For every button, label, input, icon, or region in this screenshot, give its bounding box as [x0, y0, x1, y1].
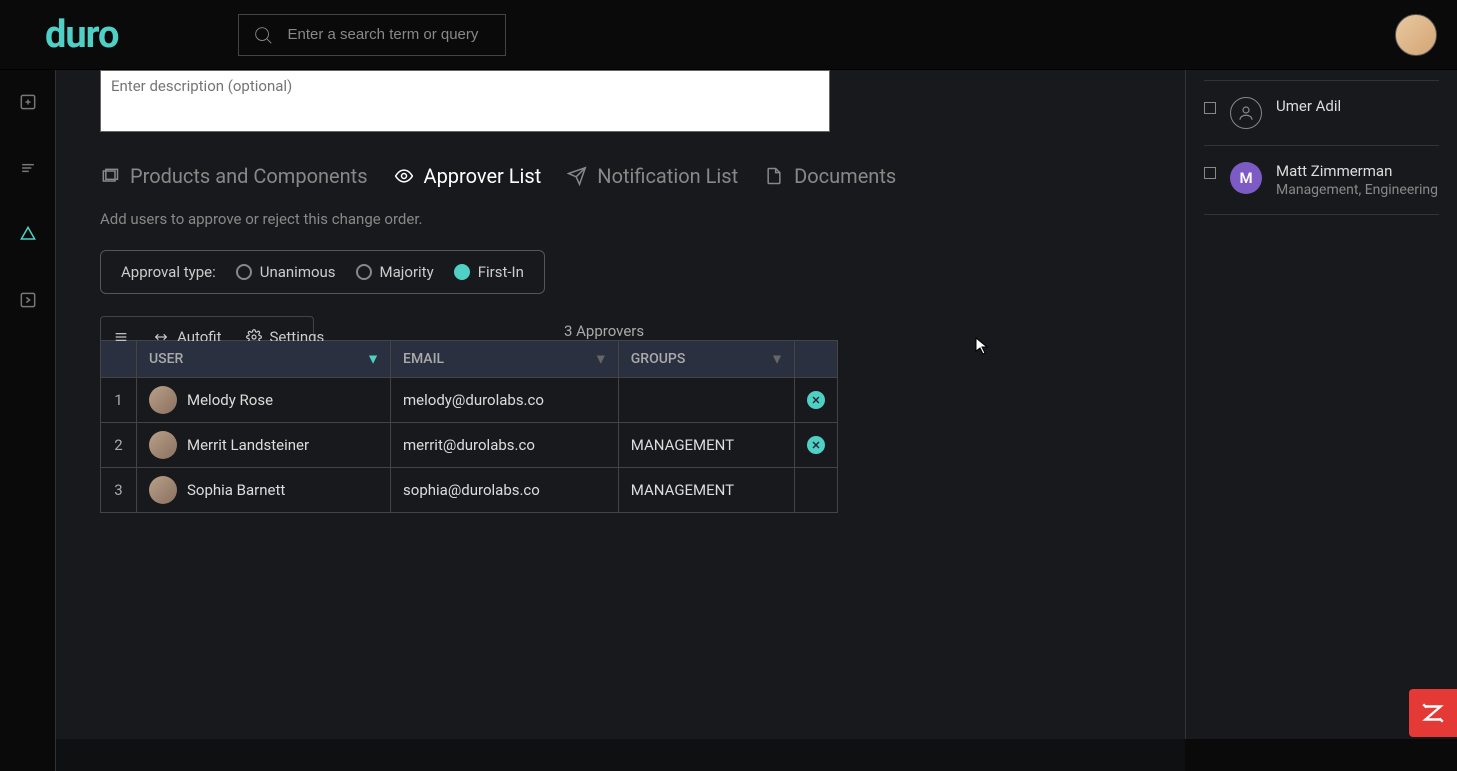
radio-label: Majority	[380, 263, 434, 281]
email-cell: sophia@durolabs.co	[391, 468, 619, 513]
radio-unanimous[interactable]: Unanimous	[236, 263, 336, 281]
sort-icon: ▼	[594, 351, 608, 368]
user-info: Matt Zimmerman Management, Engineering	[1276, 162, 1438, 198]
description-input[interactable]	[100, 70, 830, 132]
side-nav	[0, 70, 56, 771]
search-icon	[252, 24, 274, 46]
help-widget[interactable]	[1409, 689, 1457, 737]
radio-icon	[236, 264, 252, 280]
col-groups[interactable]: GROUPS ▼	[618, 341, 794, 378]
sort-down-icon: ▼	[366, 351, 380, 368]
tabs: Products and Components Approver List No…	[100, 164, 1141, 188]
checkbox[interactable]	[1204, 167, 1216, 179]
groups-cell: MANAGEMENT	[618, 423, 794, 468]
user-name: Sophia Barnett	[187, 481, 285, 499]
tab-label: Approver List	[424, 164, 542, 188]
radio-label: Unanimous	[260, 263, 336, 281]
user-cell: Sophia Barnett	[137, 468, 391, 513]
radio-first-in[interactable]: First-In	[454, 263, 524, 281]
radio-label: First-In	[478, 263, 524, 281]
nav-import-item[interactable]	[16, 288, 40, 312]
user-name: Matt Zimmerman	[1276, 162, 1438, 180]
approval-type-selector: Approval type: Unanimous Majority First-…	[100, 250, 545, 294]
send-icon	[567, 166, 587, 186]
user-name: Melody Rose	[187, 391, 273, 409]
main-content: Products and Components Approver List No…	[56, 70, 1185, 771]
app-header: duro	[0, 0, 1457, 70]
approver-count: 3 Approvers	[564, 322, 838, 340]
action-cell	[795, 468, 838, 513]
col-label: GROUPS	[631, 351, 686, 367]
action-cell: ✕	[795, 423, 838, 468]
table-row[interactable]: 1 Melody Rose melody@durolabs.co ✕	[101, 378, 838, 423]
avatar	[149, 431, 177, 459]
tab-notification-list[interactable]: Notification List	[567, 164, 738, 188]
users-panel: Umer Adil M Matt Zimmerman Management, E…	[1185, 70, 1457, 739]
approval-type-label: Approval type:	[121, 263, 216, 281]
avatar	[1230, 97, 1262, 129]
search-input[interactable]	[238, 14, 506, 56]
nav-list-item[interactable]	[16, 156, 40, 180]
col-label: USER	[149, 351, 183, 367]
user-list-item[interactable]: Umer Adil	[1204, 80, 1439, 146]
user-name: Merrit Landsteiner	[187, 436, 309, 454]
avatar: M	[1230, 162, 1262, 194]
search-wrapper	[238, 14, 506, 56]
tab-approver-list[interactable]: Approver List	[394, 164, 542, 188]
user-list-item[interactable]: M Matt Zimmerman Management, Engineering	[1204, 146, 1439, 215]
bottom-bar	[56, 739, 1185, 771]
helper-text: Add users to approve or reject this chan…	[100, 210, 1141, 228]
sort-icon: ▼	[770, 351, 784, 368]
radio-majority[interactable]: Majority	[356, 263, 434, 281]
remove-button[interactable]: ✕	[807, 436, 825, 454]
radio-icon	[454, 264, 470, 280]
email-cell: melody@durolabs.co	[391, 378, 619, 423]
user-cell: Merrit Landsteiner	[137, 423, 391, 468]
avatar	[149, 476, 177, 504]
avatar	[149, 386, 177, 414]
action-cell: ✕	[795, 378, 838, 423]
user-cell: Melody Rose	[137, 378, 391, 423]
tab-label: Documents	[794, 164, 896, 188]
remove-button[interactable]: ✕	[807, 391, 825, 409]
logo: duro	[45, 13, 118, 57]
tab-documents[interactable]: Documents	[764, 164, 896, 188]
col-user[interactable]: USER ▼	[137, 341, 391, 378]
col-email[interactable]: EMAIL ▼	[391, 341, 619, 378]
table-row[interactable]: 2 Merrit Landsteiner merrit@durolabs.co …	[101, 423, 838, 468]
eye-icon	[394, 166, 414, 186]
email-cell: merrit@durolabs.co	[391, 423, 619, 468]
row-number: 3	[101, 468, 137, 513]
table-row[interactable]: 3 Sophia Barnett sophia@durolabs.co MANA…	[101, 468, 838, 513]
tab-label: Products and Components	[130, 164, 368, 188]
groups-cell	[618, 378, 794, 423]
document-icon	[764, 166, 784, 186]
current-user-avatar[interactable]	[1395, 14, 1437, 56]
nav-change-order-item[interactable]	[16, 222, 40, 246]
nav-add-item[interactable]	[16, 90, 40, 114]
checkbox[interactable]	[1204, 102, 1216, 114]
user-sub: Management, Engineering	[1276, 182, 1438, 198]
tab-label: Notification List	[597, 164, 738, 188]
col-rownum	[101, 341, 137, 378]
layers-icon	[100, 166, 120, 186]
col-label: EMAIL	[403, 351, 444, 367]
approvers-table-section: Autofit Settings 3 Approvers USER▼ EMAIL…	[100, 316, 838, 513]
user-name: Umer Adil	[1276, 97, 1341, 115]
col-action	[795, 341, 838, 378]
row-number: 1	[101, 378, 137, 423]
approvers-table: USER ▼ EMAIL ▼ GROUPS ▼ 1 Melody Rose melod…	[100, 340, 838, 513]
radio-icon	[356, 264, 372, 280]
z-icon	[1420, 700, 1446, 726]
row-number: 2	[101, 423, 137, 468]
tab-products-components[interactable]: Products and Components	[100, 164, 368, 188]
user-info: Umer Adil	[1276, 97, 1341, 115]
groups-cell: MANAGEMENT	[618, 468, 794, 513]
